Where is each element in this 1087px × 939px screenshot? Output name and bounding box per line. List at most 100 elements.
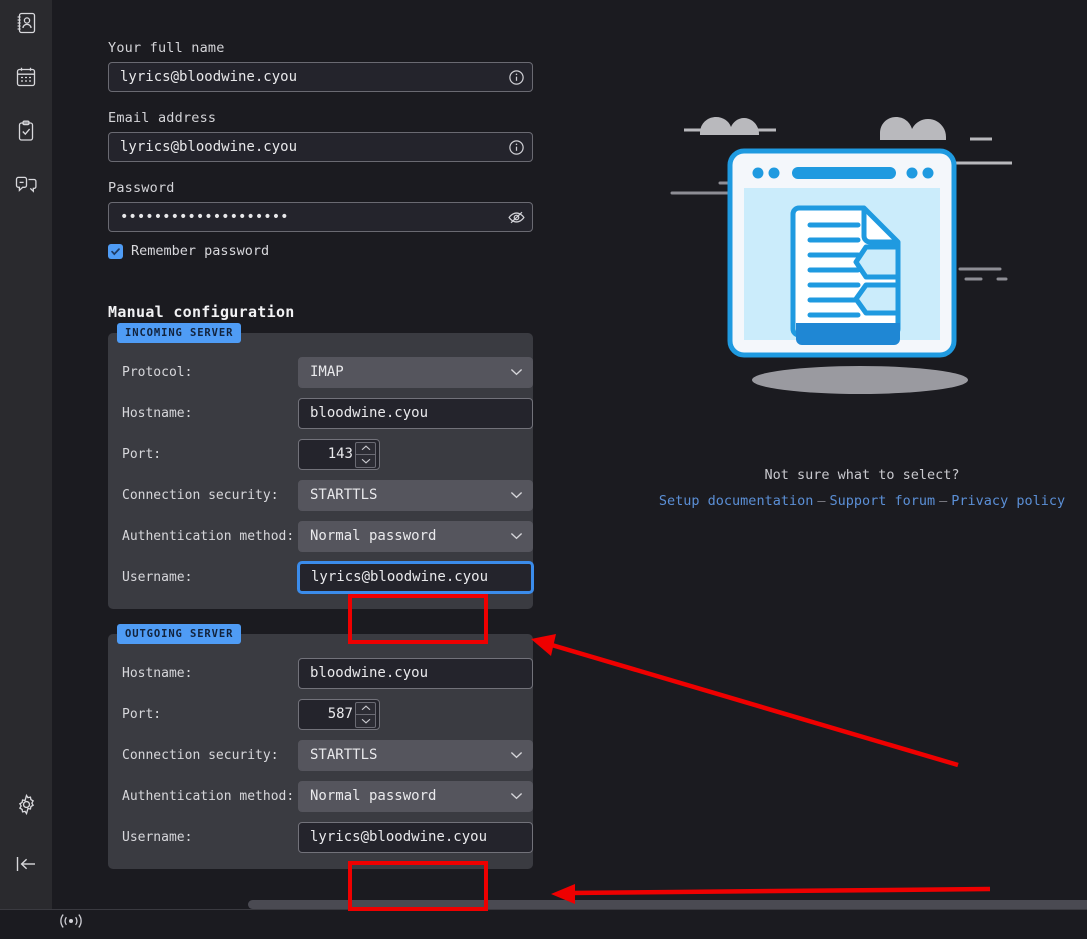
chevron-down-icon	[510, 481, 523, 510]
outgoing-hostname-row: Hostname: bloodwine.cyou	[122, 658, 533, 689]
stepper-down-icon[interactable]	[356, 715, 375, 727]
incoming-auth-method-row: Authentication method: Normal password	[122, 521, 533, 552]
sidebar-item-chat[interactable]	[9, 168, 43, 202]
chevron-down-icon	[510, 741, 523, 770]
outgoing-server-panel: OUTGOING SERVER Hostname: bloodwine.cyou…	[108, 624, 533, 869]
sidebar-item-calendar[interactable]	[9, 60, 43, 94]
outgoing-port-label: Port:	[122, 707, 162, 722]
support-forum-link[interactable]: Support forum	[829, 493, 935, 509]
address-book-icon	[15, 11, 37, 35]
incoming-username-label: Username:	[122, 570, 193, 585]
chevron-down-icon	[510, 358, 523, 387]
incoming-port-row: Port: 143	[122, 439, 519, 470]
main-content: Your full name Email address	[52, 0, 1087, 939]
privacy-policy-link[interactable]: Privacy policy	[951, 493, 1065, 509]
chevron-down-icon	[510, 782, 523, 811]
outgoing-port-stepper[interactable]	[355, 701, 376, 728]
help-links: Setup documentation – Support forum – Privac…	[659, 493, 1065, 509]
fullname-field-wrap	[108, 62, 533, 92]
calendar-icon	[15, 66, 37, 88]
incoming-auth-method-select[interactable]: Normal password	[298, 521, 533, 552]
outgoing-username-input[interactable]: lyrics@bloodwine.cyou	[298, 822, 533, 853]
sidebar-item-address-book[interactable]	[9, 6, 43, 40]
remember-password-row[interactable]: Remember password	[108, 243, 533, 259]
help-hint-text: Not sure what to select?	[764, 467, 960, 483]
account-setup-window: Your full name Email address	[0, 0, 1087, 939]
chat-bubbles-icon	[15, 175, 38, 196]
outgoing-auth-method-label: Authentication method:	[122, 789, 295, 804]
link-separator: –	[817, 493, 826, 509]
incoming-connection-security-value: STARTTLS	[310, 487, 378, 503]
incoming-port-value: 143	[327, 446, 353, 462]
chevron-down-icon	[510, 522, 523, 551]
outgoing-connection-security-row: Connection security: STARTTLS	[122, 740, 533, 771]
manual-configuration-title: Manual configuration	[108, 303, 295, 321]
incoming-connection-security-select[interactable]: STARTTLS	[298, 480, 533, 511]
outgoing-auth-method-select[interactable]: Normal password	[298, 781, 533, 812]
email-input[interactable]	[108, 132, 533, 162]
password-field-wrap	[108, 202, 533, 232]
email-field-wrap	[108, 132, 533, 162]
outgoing-username-label: Username:	[122, 830, 193, 845]
incoming-hostname-label: Hostname:	[122, 406, 193, 421]
sidebar-item-settings[interactable]	[9, 787, 43, 821]
password-input[interactable]	[108, 202, 533, 232]
horizontal-scrollbar[interactable]	[248, 900, 1087, 909]
outgoing-auth-method-value: Normal password	[310, 788, 437, 804]
tasks-clipboard-icon	[15, 120, 37, 143]
fullname-info-icon[interactable]	[505, 66, 527, 88]
fullname-label: Your full name	[108, 40, 225, 56]
outgoing-connection-security-select[interactable]: STARTTLS	[298, 740, 533, 771]
remember-password-checkbox[interactable]	[108, 243, 123, 259]
connection-status-icon	[58, 913, 84, 933]
email-label: Email address	[108, 110, 217, 126]
incoming-auth-method-value: Normal password	[310, 528, 437, 544]
collapse-sidebar-button[interactable]	[9, 847, 43, 881]
account-form: Your full name Email address	[108, 40, 533, 869]
outgoing-port-value: 587	[327, 706, 353, 722]
stepper-up-icon[interactable]	[356, 443, 375, 455]
incoming-protocol-row: Protocol: IMAP	[122, 357, 533, 388]
fullname-input[interactable]	[108, 62, 533, 92]
remember-password-label: Remember password	[131, 243, 270, 259]
outgoing-port-row: Port: 587	[122, 699, 519, 730]
status-bar	[0, 909, 1087, 939]
outgoing-auth-method-row: Authentication method: Normal password	[122, 781, 533, 812]
sidebar-bottom-group	[9, 787, 43, 881]
outgoing-port-input[interactable]: 587	[298, 699, 380, 730]
gear-icon	[15, 793, 38, 816]
link-separator: –	[939, 493, 948, 509]
eye-slash-icon[interactable]	[505, 206, 527, 228]
sidebar-item-tasks[interactable]	[9, 114, 43, 148]
stepper-up-icon[interactable]	[356, 703, 375, 715]
incoming-username-input[interactable]: lyrics@bloodwine.cyou	[298, 562, 533, 593]
incoming-auth-method-label: Authentication method:	[122, 529, 295, 544]
setup-documentation-link[interactable]: Setup documentation	[659, 493, 813, 509]
incoming-protocol-label: Protocol:	[122, 365, 193, 380]
outgoing-username-row: Username: lyrics@bloodwine.cyou	[122, 822, 533, 853]
incoming-port-input[interactable]: 143	[298, 439, 380, 470]
outgoing-server-badge: OUTGOING SERVER	[117, 624, 242, 644]
incoming-port-stepper[interactable]	[355, 441, 376, 468]
incoming-protocol-select[interactable]: IMAP	[298, 357, 533, 388]
outgoing-hostname-input[interactable]: bloodwine.cyou	[298, 658, 533, 689]
email-info-icon[interactable]	[505, 136, 527, 158]
incoming-server-badge: INCOMING SERVER	[117, 323, 242, 343]
incoming-hostname-row: Hostname: bloodwine.cyou	[122, 398, 533, 429]
incoming-protocol-value: IMAP	[310, 364, 344, 380]
sidebar-top-group	[9, 0, 43, 202]
collapse-left-icon	[14, 854, 38, 874]
incoming-connection-security-label: Connection security:	[122, 488, 279, 503]
incoming-port-label: Port:	[122, 447, 162, 462]
left-sidebar	[0, 0, 52, 939]
incoming-connection-security-row: Connection security: STARTTLS	[122, 480, 533, 511]
outgoing-connection-security-value: STARTTLS	[310, 747, 378, 763]
help-column: Not sure what to select? Setup documenta…	[642, 95, 1082, 509]
incoming-hostname-input[interactable]: bloodwine.cyou	[298, 398, 533, 429]
stepper-down-icon[interactable]	[356, 455, 375, 467]
incoming-server-panel: INCOMING SERVER Protocol: IMAP Hostname:	[108, 323, 533, 609]
outgoing-connection-security-label: Connection security:	[122, 748, 279, 763]
outgoing-hostname-label: Hostname:	[122, 666, 193, 681]
incoming-username-row: Username: lyrics@bloodwine.cyou	[122, 562, 533, 593]
password-label: Password	[108, 180, 175, 196]
